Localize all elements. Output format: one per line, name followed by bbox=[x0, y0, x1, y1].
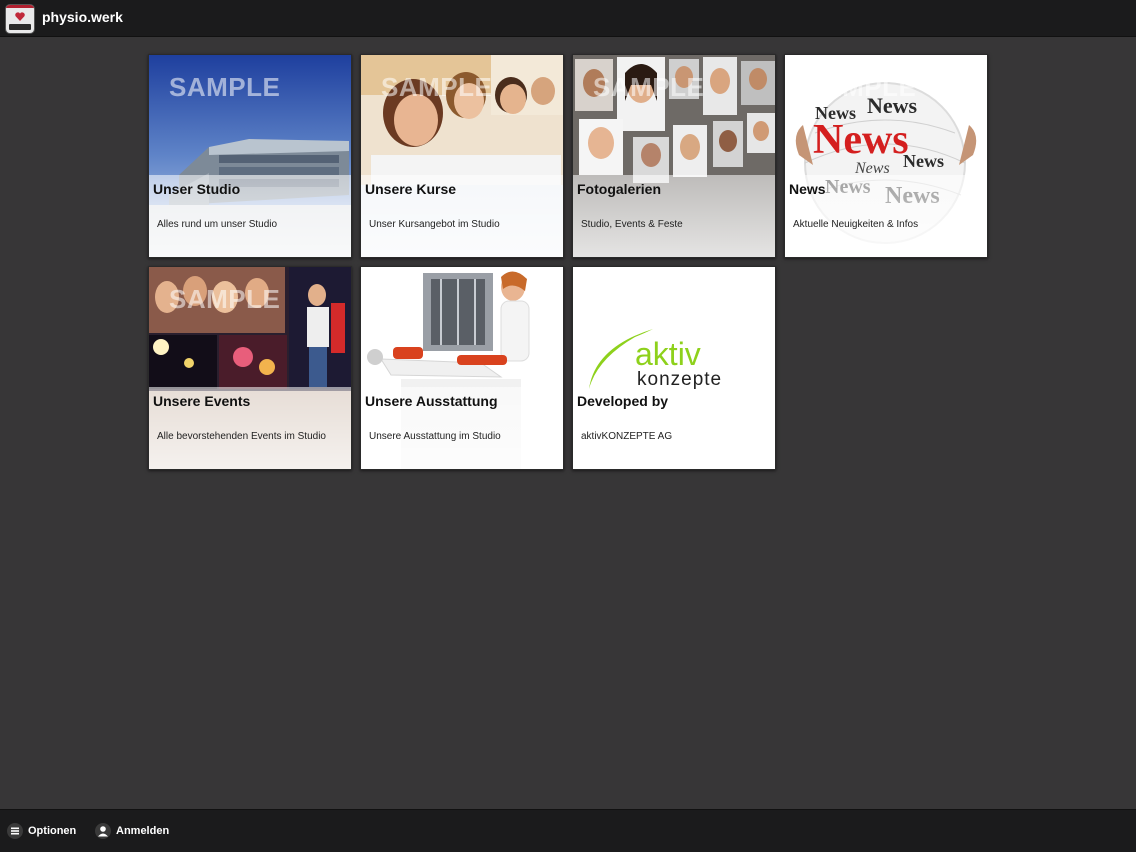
tile-unsere-events[interactable]: SAMPLE Unsere Events Alle bevorstehenden… bbox=[148, 266, 352, 470]
tile-title: Unsere Events bbox=[153, 393, 251, 409]
tile-unser-studio[interactable]: SAMPLE Unser Studio Alles rund um unser … bbox=[148, 54, 352, 258]
login-label: Anmelden bbox=[116, 825, 170, 837]
user-icon bbox=[95, 823, 111, 839]
tile-title: Unsere Ausstattung bbox=[365, 393, 498, 409]
tile-unsere-ausstattung[interactable]: Unsere Ausstattung Unsere Ausstattung im… bbox=[360, 266, 564, 470]
logo-word-aktiv: aktiv bbox=[635, 336, 701, 372]
app-title: physio.werk bbox=[42, 9, 123, 25]
tile-news[interactable]: News News News News News News News SAMPL… bbox=[784, 54, 988, 258]
svg-text:News: News bbox=[903, 151, 944, 171]
bottom-bar: Optionen Anmelden bbox=[0, 809, 1136, 852]
tile-title: Developed by bbox=[577, 393, 669, 409]
sample-watermark: SAMPLE bbox=[381, 72, 493, 102]
logo-word-konzepte: konzepte bbox=[637, 369, 722, 390]
tile-developed-by[interactable]: aktiv konzepte Developed by aktivKONZEPT… bbox=[572, 266, 776, 470]
tile-subtitle: Studio, Events & Feste bbox=[581, 219, 683, 230]
tile-title: Unsere Kurse bbox=[365, 181, 457, 197]
menu-icon bbox=[7, 823, 23, 839]
sample-watermark: SAMPLE bbox=[593, 72, 705, 102]
tile-subtitle: Unser Kursangebot im Studio bbox=[369, 219, 500, 230]
sample-watermark: SAMPLE bbox=[169, 72, 281, 102]
tile-subtitle: Aktuelle Neuigkeiten & Infos bbox=[793, 219, 919, 230]
sample-watermark: SAMPLE bbox=[805, 72, 917, 102]
tile-unsere-kurse[interactable]: SAMPLE Unsere Kurse Unser Kursangebot im… bbox=[360, 54, 564, 258]
tile-title: Fotogalerien bbox=[577, 181, 662, 197]
options-button[interactable]: Optionen bbox=[7, 822, 76, 840]
svg-text:News: News bbox=[813, 117, 909, 163]
tile-subtitle: aktivKONZEPTE AG bbox=[581, 431, 673, 442]
top-bar: physio.werk bbox=[0, 0, 1136, 37]
tile-title: News bbox=[789, 181, 826, 197]
options-label: Optionen bbox=[28, 825, 77, 837]
tile-subtitle: Unsere Ausstattung im Studio bbox=[369, 431, 501, 442]
tile-fotogalerien[interactable]: SAMPLE Fotogalerien Studio, Events & Fes… bbox=[572, 54, 776, 258]
tile-title: Unser Studio bbox=[153, 181, 241, 197]
studio-logo-icon bbox=[5, 4, 35, 34]
sample-watermark: SAMPLE bbox=[169, 284, 281, 314]
tile-subtitle: Alles rund um unser Studio bbox=[157, 219, 278, 230]
login-button[interactable]: Anmelden bbox=[95, 822, 169, 840]
tile-subtitle: Alle bevorstehenden Events im Studio bbox=[157, 431, 326, 442]
